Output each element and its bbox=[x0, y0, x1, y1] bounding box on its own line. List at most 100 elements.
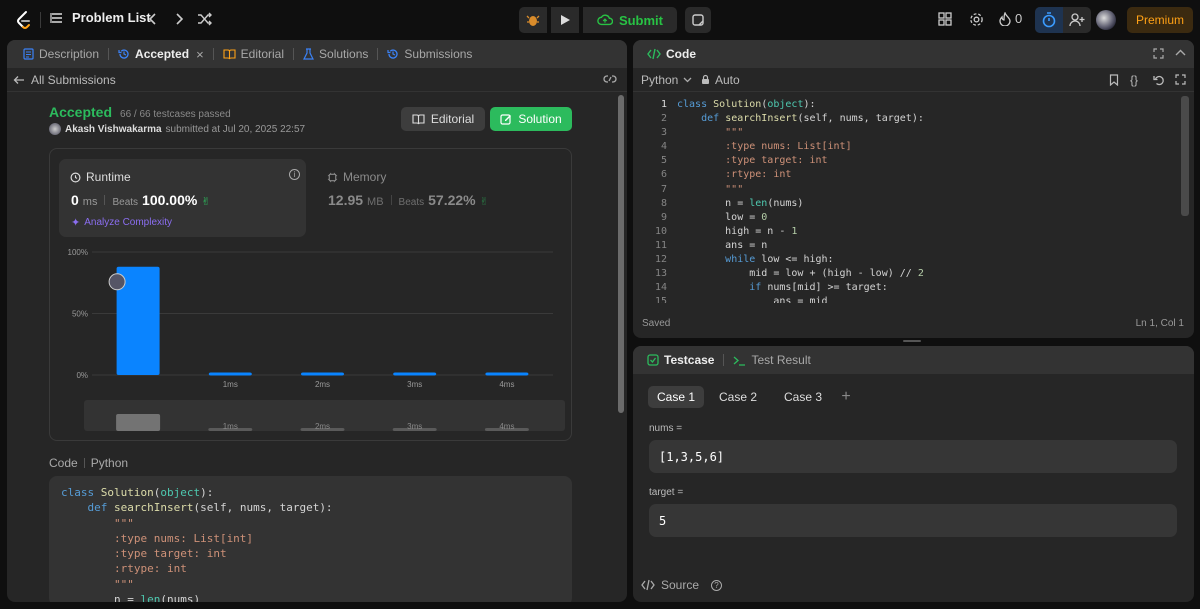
runtime-values: 0 ms Beats 100.00% ✌ bbox=[71, 192, 211, 208]
add-case-button[interactable]: + bbox=[838, 386, 854, 408]
testcase-panel: Testcase Test Result Case 1 Case 2 Case … bbox=[633, 346, 1194, 602]
analyze-complexity-link[interactable]: ✦ Analyze Complexity bbox=[71, 216, 172, 229]
input-field-target[interactable]: 5 bbox=[649, 504, 1177, 537]
memory-value: 12.95 bbox=[328, 192, 364, 208]
notes-button[interactable] bbox=[685, 7, 711, 33]
next-problem-button[interactable] bbox=[172, 11, 186, 27]
editor-scrollbar[interactable] bbox=[1181, 96, 1189, 216]
runtime-card[interactable]: Runtime i 0 ms Beats 100.00% ✌ ✦ Analyze… bbox=[59, 159, 306, 237]
y-tick-label: 0% bbox=[76, 371, 88, 380]
line-number: 6 bbox=[660, 169, 667, 181]
fullscreen-button[interactable] bbox=[1175, 74, 1186, 88]
close-icon[interactable]: × bbox=[196, 47, 204, 62]
line-number: 2 bbox=[660, 113, 667, 125]
submitted-code-block[interactable]: class Solution(object): def searchInsert… bbox=[49, 476, 572, 602]
flask-icon bbox=[303, 48, 314, 60]
tab-submissions[interactable]: Submissions bbox=[381, 47, 478, 61]
runtime-distribution-chart[interactable]: 100% 50% 0% 1ms 2ms 3ms 4ms 1ms 2ms 3ms 4ms bbox=[50, 241, 571, 441]
code-editor-panel: Code Python Auto {} 1 2 3 4 5 6 7 8 9 10 11 12 13 14 1… bbox=[633, 40, 1194, 338]
reset-code-button[interactable] bbox=[1153, 74, 1165, 89]
code-line: class Solution(object): bbox=[61, 486, 214, 499]
prev-problem-button[interactable] bbox=[146, 11, 160, 27]
layout-button[interactable] bbox=[937, 11, 953, 27]
bar[interactable] bbox=[301, 372, 344, 376]
tab-testcase[interactable]: Testcase bbox=[641, 353, 720, 367]
code-line: class Solution(object): bbox=[677, 99, 816, 110]
streak-counter[interactable]: 0 bbox=[999, 11, 1022, 26]
runtime-unit: ms bbox=[82, 196, 98, 208]
line-number: 5 bbox=[660, 155, 667, 167]
language-select[interactable]: Python bbox=[641, 73, 692, 87]
solution-button-label: Solution bbox=[518, 112, 562, 126]
flame-icon bbox=[999, 11, 1011, 26]
code-editor[interactable]: class Solution(object): def searchInsert… bbox=[677, 98, 1177, 303]
collapse-button[interactable] bbox=[1175, 48, 1186, 62]
divider bbox=[83, 458, 85, 468]
code-line: ans = n bbox=[677, 239, 768, 251]
random-problem-button[interactable] bbox=[196, 11, 214, 27]
code-icon bbox=[647, 48, 661, 60]
bar[interactable] bbox=[485, 372, 529, 376]
tab-code[interactable]: Code bbox=[641, 47, 702, 61]
tab-solutions[interactable]: Solutions bbox=[297, 47, 374, 61]
line-number: 13 bbox=[654, 268, 667, 280]
user-name[interactable]: Akash Vishwakarma bbox=[65, 124, 162, 135]
help-icon[interactable]: ? bbox=[711, 579, 723, 591]
debug-button[interactable] bbox=[519, 7, 547, 33]
code-line: """ bbox=[61, 577, 134, 591]
tab-submissions-label: Submissions bbox=[404, 47, 473, 61]
solution-button[interactable]: Solution bbox=[490, 107, 572, 131]
bar[interactable] bbox=[208, 372, 252, 376]
avatar[interactable] bbox=[1096, 10, 1116, 30]
sparkle-icon: ✦ bbox=[71, 217, 81, 229]
runtime-beats: 100.00% bbox=[142, 192, 198, 208]
info-icon[interactable]: i bbox=[289, 169, 300, 180]
tab-description[interactable]: Description bbox=[17, 47, 105, 61]
language-label: Python bbox=[90, 456, 129, 470]
code-line: def searchInsert(self, nums, target): bbox=[701, 113, 924, 125]
memory-card[interactable]: Memory 12.95 MB Beats 57.22% ✌ bbox=[327, 159, 527, 237]
tab-accepted[interactable]: Accepted × bbox=[112, 47, 210, 62]
left-panel-scrollbar[interactable] bbox=[618, 95, 624, 413]
add-friend-button[interactable] bbox=[1063, 7, 1091, 33]
avatar[interactable] bbox=[49, 123, 61, 135]
leetcode-logo-icon[interactable] bbox=[14, 10, 34, 30]
submit-button[interactable]: Submit bbox=[583, 7, 677, 33]
editorial-button[interactable]: Editorial bbox=[401, 107, 485, 131]
format-code-icon[interactable]: {} bbox=[1130, 73, 1138, 87]
code-label: Code bbox=[49, 456, 78, 470]
run-button[interactable] bbox=[551, 7, 579, 33]
case-tab-3[interactable]: Case 3 bbox=[772, 386, 834, 408]
panel-resize-handle[interactable] bbox=[903, 340, 921, 342]
y-tick-label: 100% bbox=[68, 248, 88, 257]
memory-beats: 57.22% bbox=[428, 192, 476, 208]
runtime-label: Runtime bbox=[86, 170, 131, 184]
timer-button[interactable] bbox=[1035, 7, 1063, 33]
input-field-nums[interactable]: [1,3,5,6] bbox=[649, 440, 1177, 473]
grid-layout-icon bbox=[938, 12, 952, 26]
chevron-right-icon bbox=[176, 13, 184, 25]
minimap-bar[interactable] bbox=[116, 413, 161, 431]
source-link[interactable]: Source ? bbox=[641, 578, 723, 592]
case-tab-2[interactable]: Case 2 bbox=[708, 386, 768, 408]
code-line: while low <= high: bbox=[725, 254, 834, 266]
auto-mode-toggle[interactable]: Auto bbox=[701, 73, 740, 87]
settings-button[interactable] bbox=[968, 11, 984, 27]
case-tab-1[interactable]: Case 1 bbox=[648, 386, 704, 408]
back-to-submissions-link[interactable]: All Submissions bbox=[13, 73, 116, 87]
premium-button[interactable]: Premium bbox=[1127, 7, 1193, 33]
divider bbox=[377, 48, 379, 60]
line-number: 14 bbox=[654, 282, 667, 294]
code-line: :type target: int bbox=[61, 547, 227, 561]
bar[interactable] bbox=[393, 372, 437, 376]
tab-editorial[interactable]: Editorial bbox=[217, 47, 290, 61]
bookmark-button[interactable] bbox=[1109, 74, 1119, 89]
divider bbox=[293, 48, 295, 60]
problem-list-nav[interactable]: Problem List bbox=[50, 10, 151, 25]
tab-test-result[interactable]: Test Result bbox=[727, 353, 816, 367]
editor-status-bar: Saved Ln 1, Col 1 bbox=[633, 308, 1194, 338]
maximize-button[interactable] bbox=[1153, 48, 1164, 62]
submitter-info: Akash Vishwakarma submitted at Jul 20, 2… bbox=[49, 123, 305, 135]
share-link-button[interactable] bbox=[603, 73, 617, 88]
checkbox-icon bbox=[647, 354, 659, 366]
